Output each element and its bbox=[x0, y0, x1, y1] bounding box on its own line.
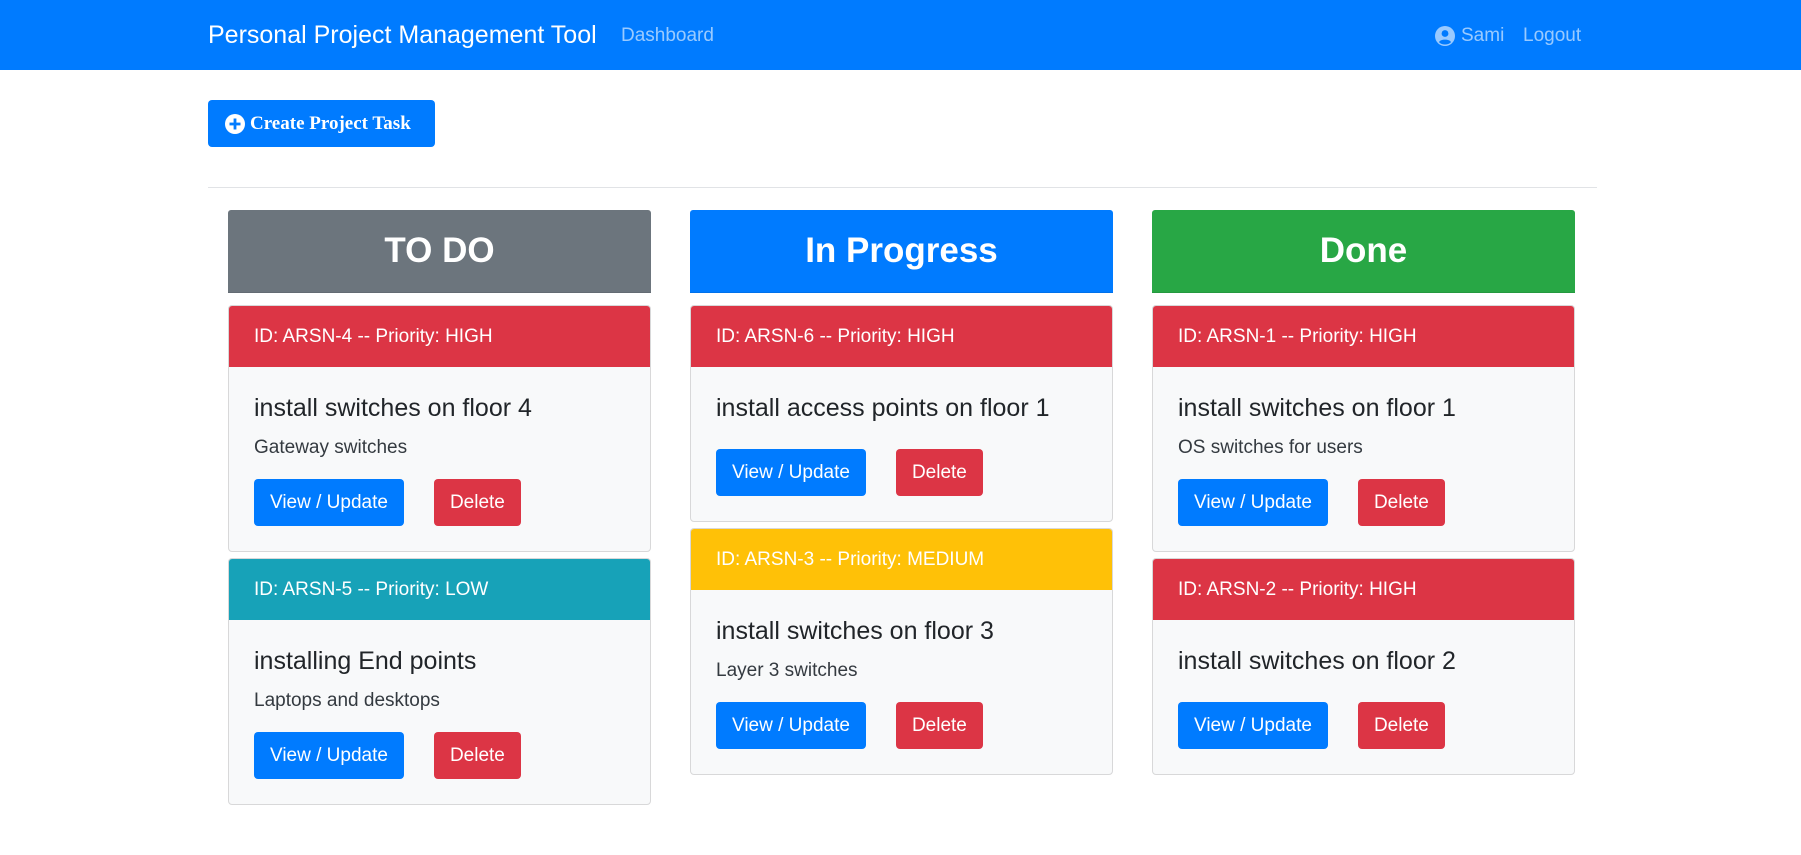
brand-link[interactable]: Personal Project Management Tool bbox=[208, 21, 597, 50]
column-done: Done ID: ARSN-1 -- Priority: HIGH instal… bbox=[1152, 210, 1575, 775]
task-card-header: ID: ARSN-3 -- Priority: MEDIUM bbox=[691, 529, 1112, 590]
task-title: install switches on floor 4 bbox=[254, 394, 532, 422]
task-card: ID: ARSN-3 -- Priority: MEDIUM install s… bbox=[690, 528, 1113, 775]
task-description: Laptops and desktops bbox=[254, 690, 440, 711]
nav-dashboard-link[interactable]: Dashboard bbox=[621, 25, 714, 47]
task-card-header: ID: ARSN-5 -- Priority: LOW bbox=[229, 559, 650, 620]
nav-logout-link[interactable]: Logout bbox=[1523, 25, 1581, 47]
task-description: Layer 3 switches bbox=[716, 660, 858, 681]
task-card: ID: ARSN-4 -- Priority: HIGH install swi… bbox=[228, 305, 651, 552]
task-title: installing End points bbox=[254, 647, 477, 675]
task-description: OS switches for users bbox=[1178, 437, 1363, 458]
divider bbox=[208, 187, 1597, 188]
task-card-body: installing End points Laptops and deskto… bbox=[229, 620, 650, 804]
delete-button[interactable]: Delete bbox=[433, 479, 521, 526]
delete-button[interactable]: Delete bbox=[895, 449, 983, 496]
view-update-button[interactable]: View / Update bbox=[254, 479, 404, 526]
task-card-header: ID: ARSN-1 -- Priority: HIGH bbox=[1153, 306, 1574, 367]
task-card-body: install access points on floor 1 View / … bbox=[691, 367, 1112, 521]
view-update-button[interactable]: View / Update bbox=[716, 449, 866, 496]
task-title: install switches on floor 1 bbox=[1178, 394, 1456, 422]
task-description: Gateway switches bbox=[254, 437, 408, 458]
column-todo: TO DO ID: ARSN-4 -- Priority: HIGH insta… bbox=[228, 210, 651, 805]
delete-button[interactable]: Delete bbox=[433, 732, 521, 779]
plus-circle-icon bbox=[225, 113, 245, 134]
view-update-button[interactable]: View / Update bbox=[254, 732, 404, 779]
task-card-body: install switches on floor 1 OS switches … bbox=[1153, 367, 1574, 551]
task-card: ID: ARSN-2 -- Priority: HIGH install swi… bbox=[1152, 558, 1575, 775]
nav-user-name: Sami bbox=[1461, 25, 1505, 46]
task-card: ID: ARSN-6 -- Priority: HIGH install acc… bbox=[690, 305, 1113, 522]
view-update-button[interactable]: View / Update bbox=[1178, 479, 1328, 526]
task-card-header: ID: ARSN-2 -- Priority: HIGH bbox=[1153, 559, 1574, 620]
delete-button[interactable]: Delete bbox=[895, 702, 983, 749]
task-card-body: install switches on floor 3 Layer 3 swit… bbox=[691, 590, 1112, 774]
task-title: install access points on floor 1 bbox=[716, 394, 1050, 422]
nav-user-link[interactable]: Sami bbox=[1435, 25, 1504, 47]
task-card-header: ID: ARSN-6 -- Priority: HIGH bbox=[691, 306, 1112, 367]
column-header-todo: TO DO bbox=[228, 210, 651, 293]
create-project-task-label: Create Project Task bbox=[250, 112, 411, 134]
task-card: ID: ARSN-5 -- Priority: LOW installing E… bbox=[228, 558, 651, 805]
view-update-button[interactable]: View / Update bbox=[716, 702, 866, 749]
task-card-header: ID: ARSN-4 -- Priority: HIGH bbox=[229, 306, 650, 367]
delete-button[interactable]: Delete bbox=[1357, 702, 1445, 749]
task-card-body: install switches on floor 4 Gateway swit… bbox=[229, 367, 650, 551]
create-project-task-button[interactable]: Create Project Task bbox=[208, 100, 435, 147]
view-update-button[interactable]: View / Update bbox=[1178, 702, 1328, 749]
task-title: install switches on floor 2 bbox=[1178, 647, 1456, 675]
navbar: Personal Project Management Tool Dashboa… bbox=[0, 0, 1801, 70]
task-card-body: install switches on floor 2 View / Updat… bbox=[1153, 620, 1574, 774]
delete-button[interactable]: Delete bbox=[1357, 479, 1445, 526]
column-header-in-progress: In Progress bbox=[690, 210, 1113, 293]
user-circle-icon bbox=[1435, 26, 1455, 46]
task-card: ID: ARSN-1 -- Priority: HIGH install swi… bbox=[1152, 305, 1575, 552]
task-title: install switches on floor 3 bbox=[716, 617, 994, 645]
column-in-progress: In Progress ID: ARSN-6 -- Priority: HIGH… bbox=[690, 210, 1113, 775]
column-header-done: Done bbox=[1152, 210, 1575, 293]
